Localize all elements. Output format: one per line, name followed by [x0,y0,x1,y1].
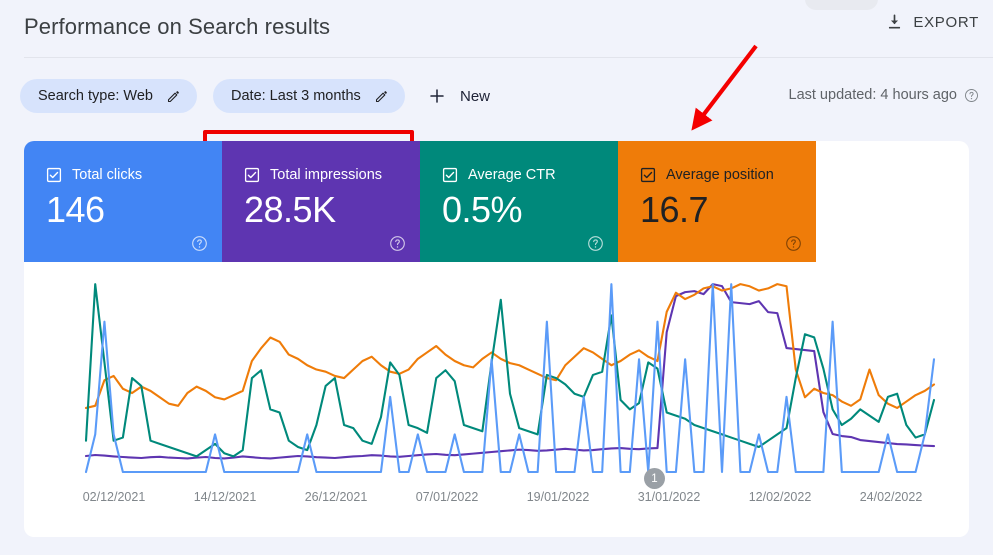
metric-label-0: Total clicks [72,167,142,183]
checkbox-checked-icon[interactable] [442,167,458,183]
metric-head-0: Total clicks [46,167,142,183]
metric-cards-row: Total clicks 146 Total impressions 28.5K Ave… [24,141,969,262]
help-circle-icon[interactable] [785,235,802,252]
help-circle-icon[interactable] [587,235,604,252]
x-tick-label: 31/01/2022 [638,490,701,504]
add-new-filter-label: New [460,88,490,105]
pencil-icon [166,89,181,104]
filter-bar: Search type: Web Date: Last 3 months New… [0,58,993,136]
x-tick-label: 14/12/2021 [194,490,257,504]
x-tick-label: 07/01/2022 [416,490,479,504]
page-header: Performance on Search results EXPORT [0,0,993,58]
metric-card-1[interactable]: Total impressions 28.5K [222,141,420,262]
performance-chart-card: Total clicks 146 Total impressions 28.5K Ave… [24,141,969,537]
metric-head-1: Total impressions [244,167,382,183]
chart-line-average-ctr [86,284,934,456]
chart-x-axis: 02/12/2021 14/12/2021 26/12/2021 07/01/2022… [24,490,969,510]
download-icon [885,13,904,32]
metric-head-3: Average position [640,167,774,183]
x-tick-label: 19/01/2022 [527,490,590,504]
export-button[interactable]: EXPORT [885,13,979,32]
plus-icon [428,87,446,105]
chart-line-total-clicks [86,284,934,472]
filter-chip-search-type-label: Search type: Web [38,88,153,104]
x-tick-label: 12/02/2022 [749,490,812,504]
chart-line-total-impressions [86,284,934,458]
help-circle-icon[interactable] [964,88,979,103]
x-tick-label: 26/12/2021 [305,490,368,504]
performance-line-chart [24,262,969,482]
metric-card-2[interactable]: Average CTR 0.5% [420,141,618,262]
help-circle-icon[interactable] [191,235,208,252]
metric-value-2: 0.5% [442,189,522,231]
x-tick-label: 24/02/2022 [860,490,923,504]
filter-chip-date[interactable]: Date: Last 3 months [213,79,405,113]
help-circle-icon[interactable] [389,235,406,252]
checkbox-checked-icon[interactable] [46,167,62,183]
metric-value-3: 16.7 [640,189,708,231]
pencil-icon [374,89,389,104]
x-tick-label: 02/12/2021 [83,490,146,504]
last-updated-text: Last updated: 4 hours ago [789,87,958,103]
annotation-marker-1[interactable]: 1 [644,468,665,489]
checkbox-checked-icon[interactable] [640,167,656,183]
filter-chip-date-label: Date: Last 3 months [231,88,361,104]
export-label: EXPORT [913,14,979,31]
page-title: Performance on Search results [24,14,330,40]
filter-chip-search-type[interactable]: Search type: Web [20,79,197,113]
metric-label-1: Total impressions [270,167,382,183]
checkbox-checked-icon[interactable] [244,167,260,183]
metric-card-0[interactable]: Total clicks 146 [24,141,222,262]
add-new-filter-button[interactable]: New [428,80,490,112]
metric-value-1: 28.5K [244,189,336,231]
metric-value-0: 146 [46,189,105,231]
last-updated-status: Last updated: 4 hours ago [789,87,980,103]
metric-label-3: Average position [666,167,774,183]
chart-plot-area: 1 02/12/2021 14/12/2021 26/12/2021 07/01/20… [24,262,969,537]
metric-card-3[interactable]: Average position 16.7 [618,141,816,262]
metric-label-2: Average CTR [468,167,556,183]
metric-head-2: Average CTR [442,167,556,183]
